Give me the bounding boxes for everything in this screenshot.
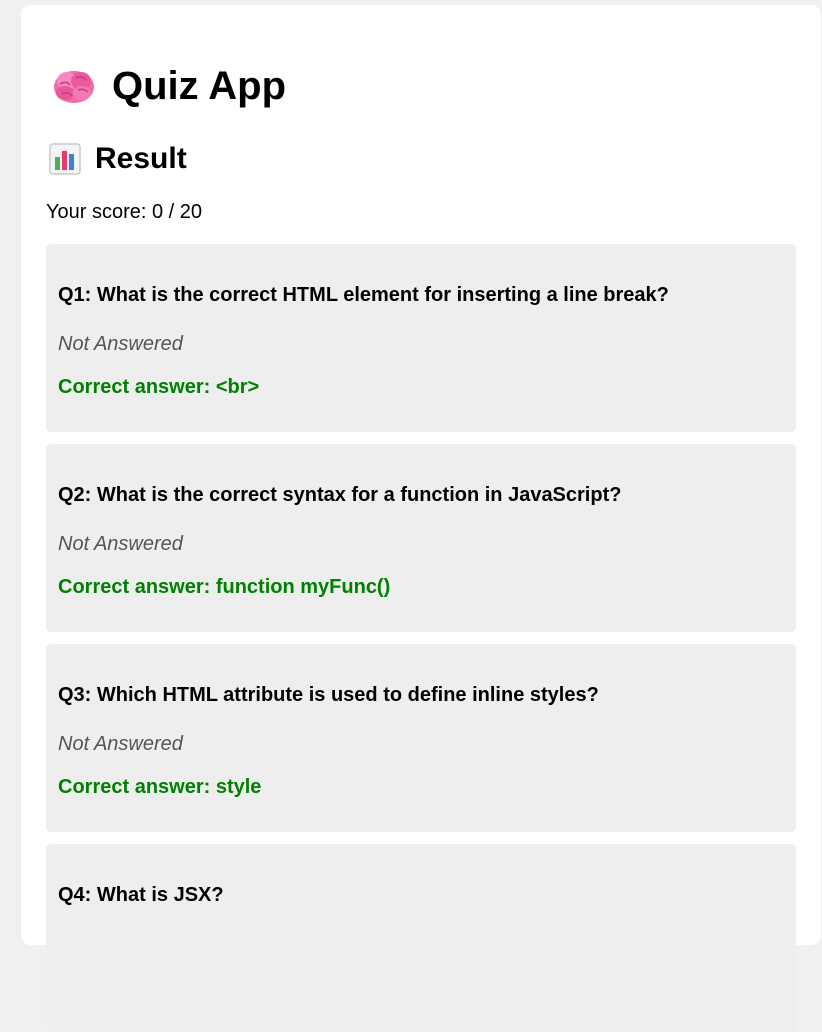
question-text: Q3: Which HTML attribute is used to defi…	[58, 684, 599, 706]
brain-icon	[54, 71, 94, 103]
result-heading: Result	[49, 140, 187, 178]
correct-answer: Correct answer: style	[58, 776, 262, 798]
question-card: Q3: Which HTML attribute is used to defi…	[46, 644, 796, 832]
score-text: Your score: 0 / 20	[46, 201, 203, 223]
bar-chart-icon	[49, 143, 81, 175]
question-card: Q1: What is the correct HTML element for…	[46, 244, 796, 432]
question-card: Q2: What is the correct syntax for a fun…	[46, 444, 796, 632]
result-heading-text: Result	[95, 142, 187, 175]
correct-answer: Correct answer: <br>	[58, 376, 260, 398]
answer-status: Not Answered	[58, 733, 183, 755]
question-text: Q1: What is the correct HTML element for…	[58, 284, 669, 306]
correct-answer: Correct answer: function myFunc()	[58, 576, 391, 598]
app-title-text: Quiz App	[112, 63, 287, 108]
question-text: Q2: What is the correct syntax for a fun…	[58, 484, 622, 506]
question-text: Q4: What is JSX?	[58, 884, 224, 906]
app-title: Quiz App	[52, 62, 286, 110]
answer-status: Not Answered	[58, 333, 183, 355]
answer-status: Not Answered	[58, 533, 183, 555]
question-card: Q4: What is JSX?	[46, 844, 796, 1032]
